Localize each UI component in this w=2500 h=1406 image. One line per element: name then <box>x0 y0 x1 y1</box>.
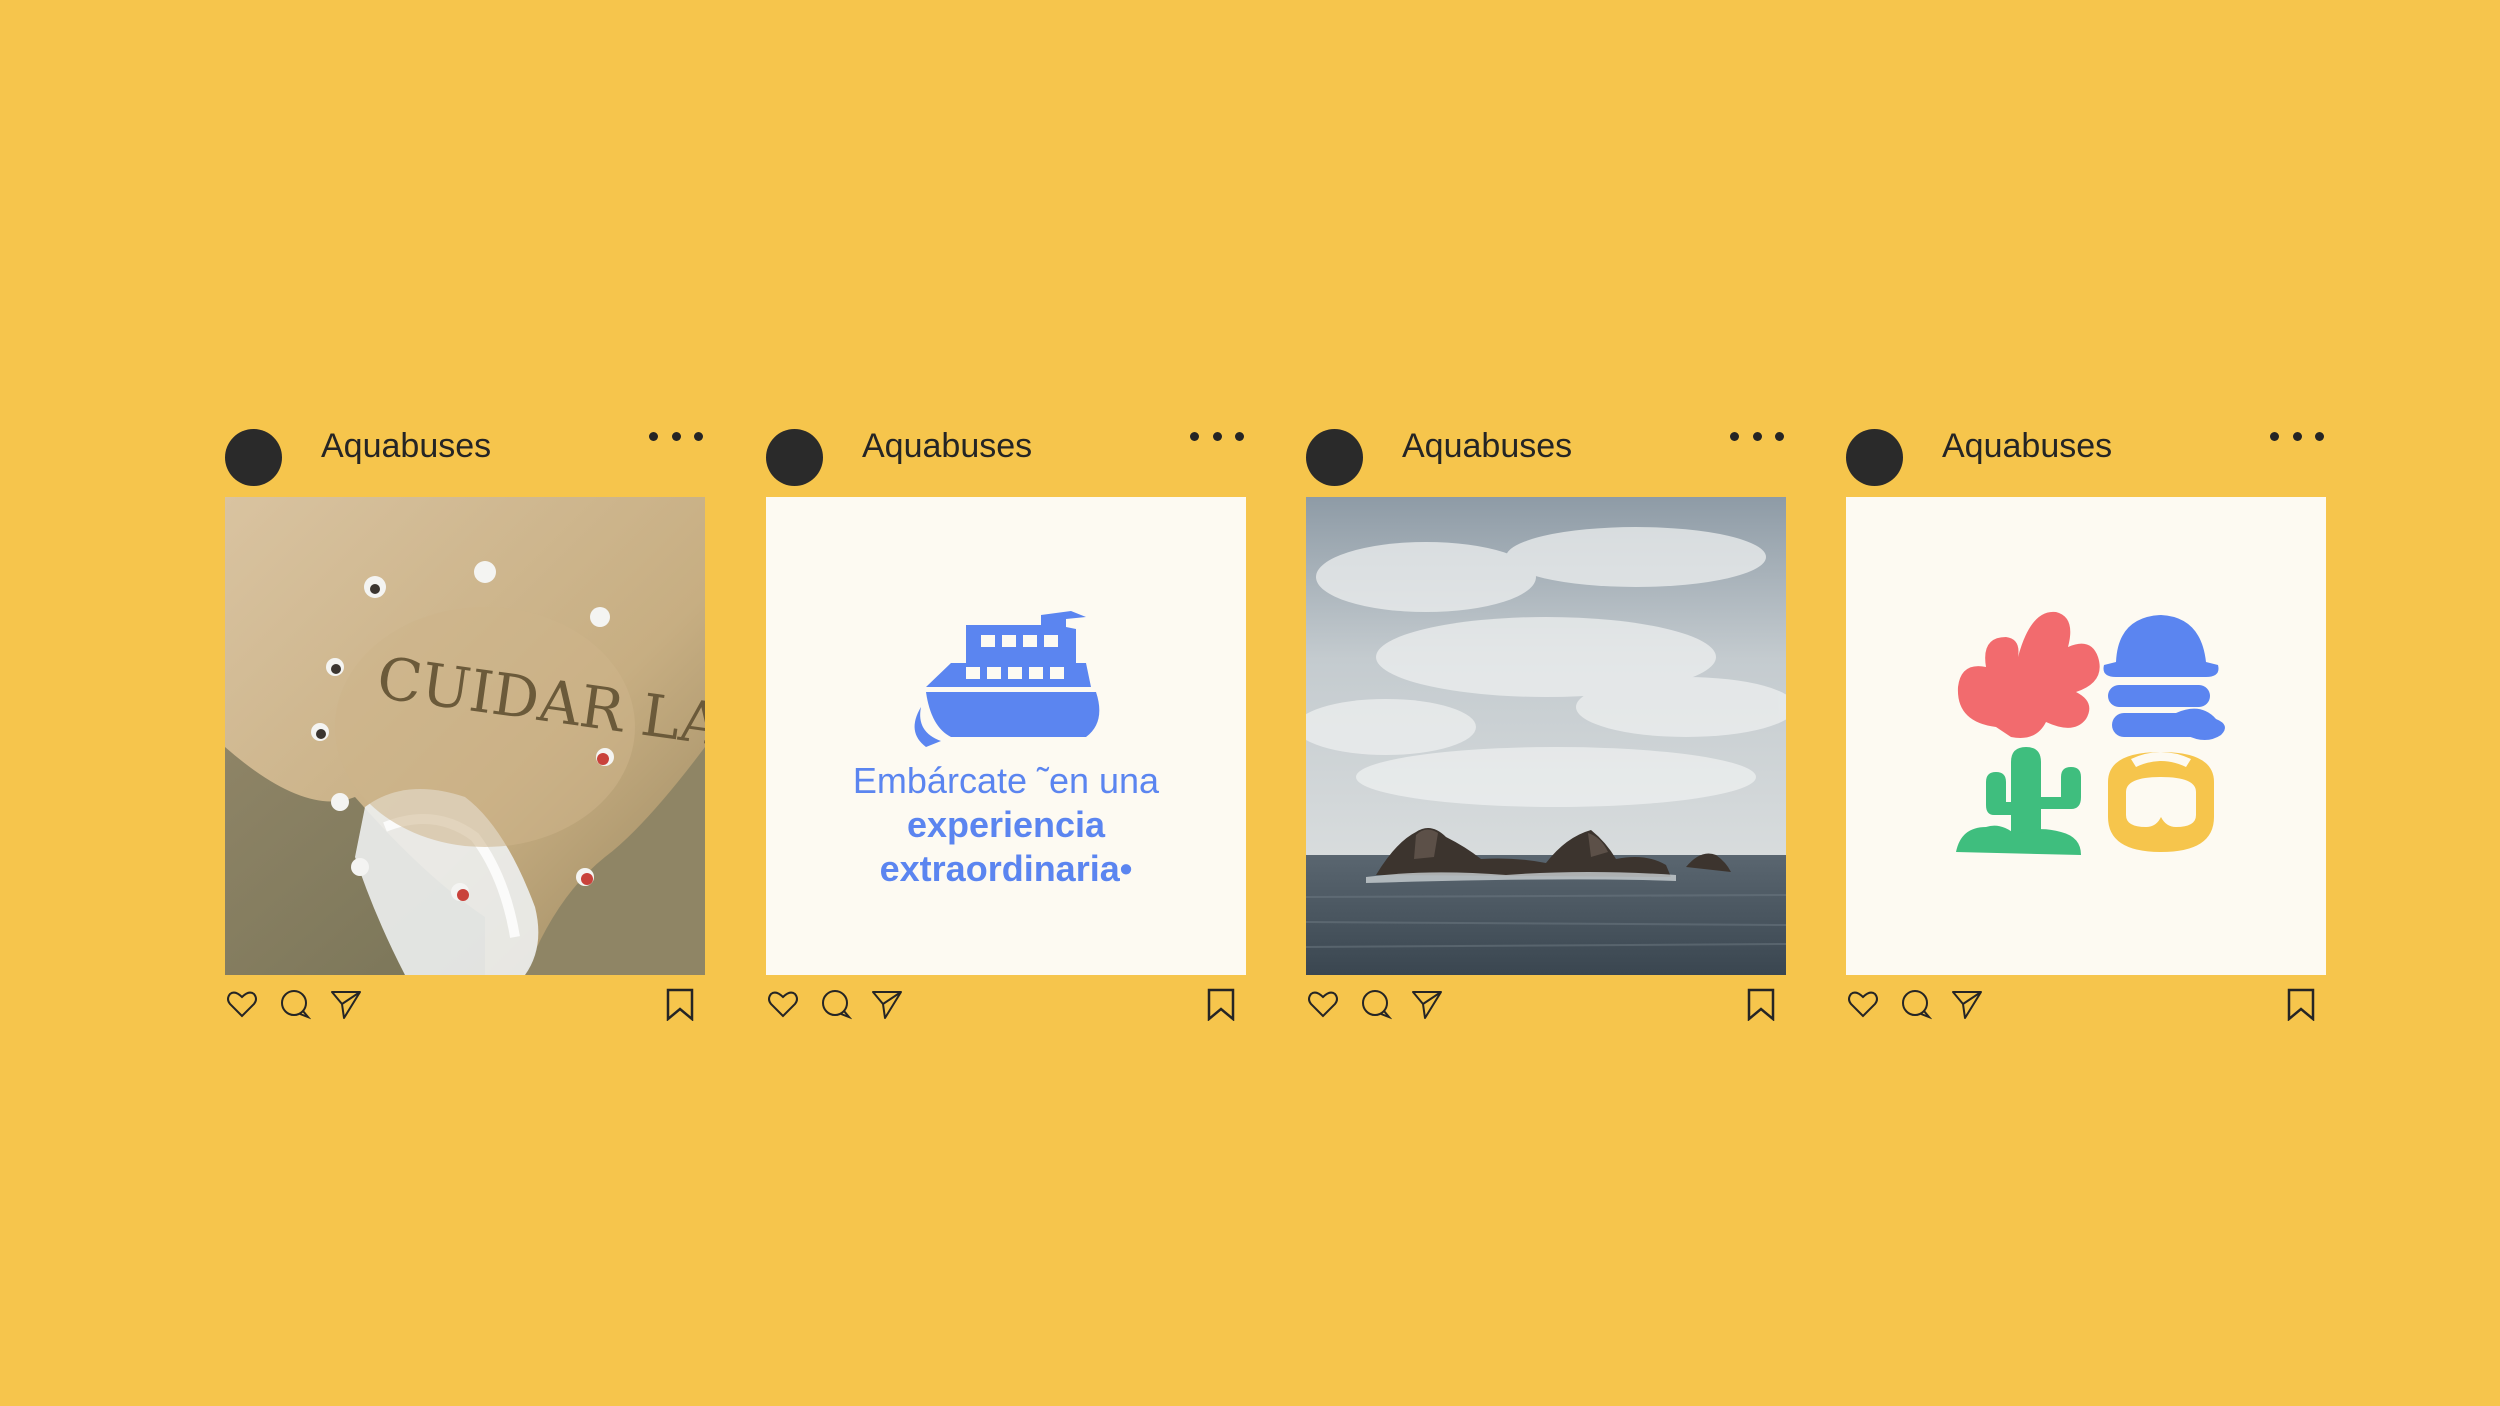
share-icon[interactable] <box>1410 987 1444 1021</box>
comment-icon[interactable] <box>818 987 852 1021</box>
post-card-1: Aquabuses CUIDAR LA VI <box>225 425 705 1021</box>
rock-island-photo <box>1306 497 1786 975</box>
heart-icon[interactable] <box>766 987 800 1021</box>
heart-icon[interactable] <box>225 987 259 1021</box>
post-header: Aquabuses <box>1846 425 2326 495</box>
cactus-icon <box>1956 747 2081 855</box>
caption-line-2: experiencia <box>906 804 1106 845</box>
post-actions <box>1846 987 2326 1029</box>
username[interactable]: Aquabuses <box>1942 425 2112 467</box>
comment-icon[interactable] <box>1358 987 1392 1021</box>
username[interactable]: Aquabuses <box>862 425 1032 467</box>
post-header: Aquabuses <box>766 425 1246 495</box>
post-header: Aquabuses <box>225 425 705 495</box>
bookmark-icon[interactable] <box>663 987 697 1021</box>
post-card-4: Aquabuses <box>1846 425 2326 1021</box>
post-card-2: Aquabuses Embárcate ˜en una experiencia … <box>766 425 1246 1021</box>
boat-icon <box>914 611 1100 747</box>
comment-icon[interactable] <box>1898 987 1932 1021</box>
bookmark-icon[interactable] <box>1204 987 1238 1021</box>
more-options-icon[interactable] <box>1730 429 1784 443</box>
post-actions <box>1306 987 1786 1029</box>
post-actions <box>766 987 1246 1029</box>
post-actions <box>225 987 705 1029</box>
post-graphic-icons[interactable] <box>1846 497 2326 975</box>
heart-icon[interactable] <box>1846 987 1880 1021</box>
coral-icon <box>1957 611 2100 738</box>
icon-grid <box>1956 611 2225 855</box>
post-graphic-boat[interactable]: Embárcate ˜en una experiencia extraordin… <box>766 497 1246 975</box>
more-options-icon[interactable] <box>1190 429 1244 443</box>
share-icon[interactable] <box>870 987 904 1021</box>
post-card-3: Aquabuses <box>1306 425 1786 1021</box>
avatar[interactable] <box>1306 429 1363 486</box>
post-image-rocks[interactable] <box>1306 497 1786 975</box>
comment-icon[interactable] <box>277 987 311 1021</box>
share-icon[interactable] <box>329 987 363 1021</box>
diver-icon <box>2103 615 2225 740</box>
caption-line-3: extraordinaria• <box>879 848 1133 889</box>
post-header: Aquabuses <box>1306 425 1786 495</box>
bookmark-icon[interactable] <box>1744 987 1778 1021</box>
beach-photo: CUIDAR LA VIDA 2023 <box>225 497 705 975</box>
post-image-beach[interactable]: CUIDAR LA VIDA 2023 <box>225 497 705 975</box>
heart-icon[interactable] <box>1306 987 1340 1021</box>
post-caption: Embárcate ˜en una experiencia extraordin… <box>766 759 1246 891</box>
username[interactable]: Aquabuses <box>1402 425 1572 467</box>
goggles-icon <box>2108 752 2214 852</box>
more-options-icon[interactable] <box>649 429 703 443</box>
username[interactable]: Aquabuses <box>321 425 491 467</box>
caption-line-1: Embárcate ˜en una <box>852 760 1160 801</box>
share-icon[interactable] <box>1950 987 1984 1021</box>
avatar[interactable] <box>1846 429 1903 486</box>
avatar[interactable] <box>766 429 823 486</box>
bookmark-icon[interactable] <box>2284 987 2318 1021</box>
more-options-icon[interactable] <box>2270 429 2324 443</box>
avatar[interactable] <box>225 429 282 486</box>
